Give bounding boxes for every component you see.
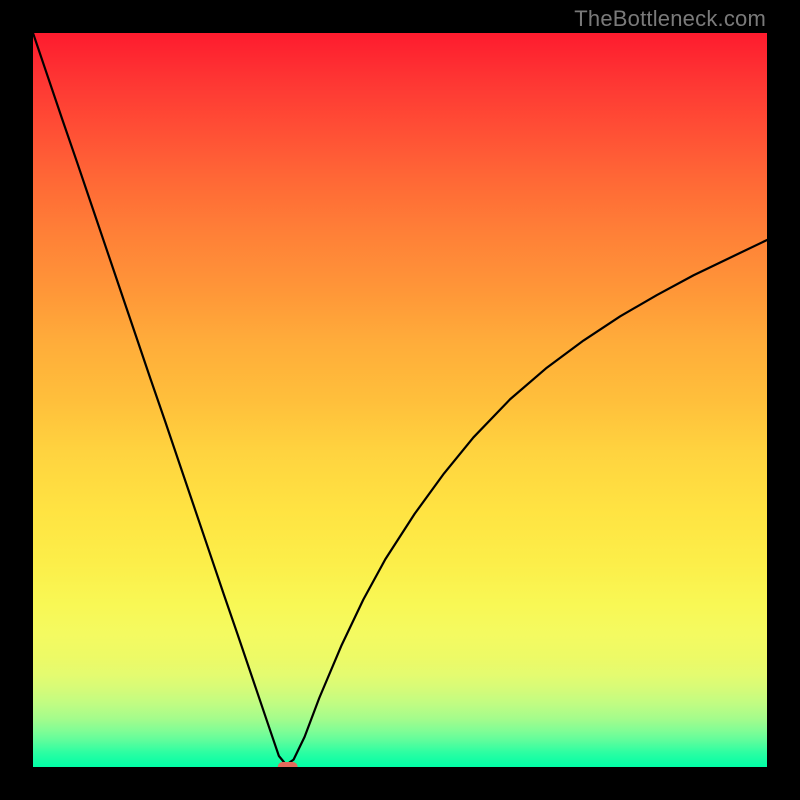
plot-area: [33, 33, 767, 767]
chart-frame: TheBottleneck.com: [0, 0, 800, 800]
bottleneck-curve: [33, 33, 767, 765]
min-marker: [278, 762, 298, 767]
watermark-text: TheBottleneck.com: [574, 6, 766, 32]
chart-svg: [33, 33, 767, 767]
curve-line: [33, 33, 767, 765]
